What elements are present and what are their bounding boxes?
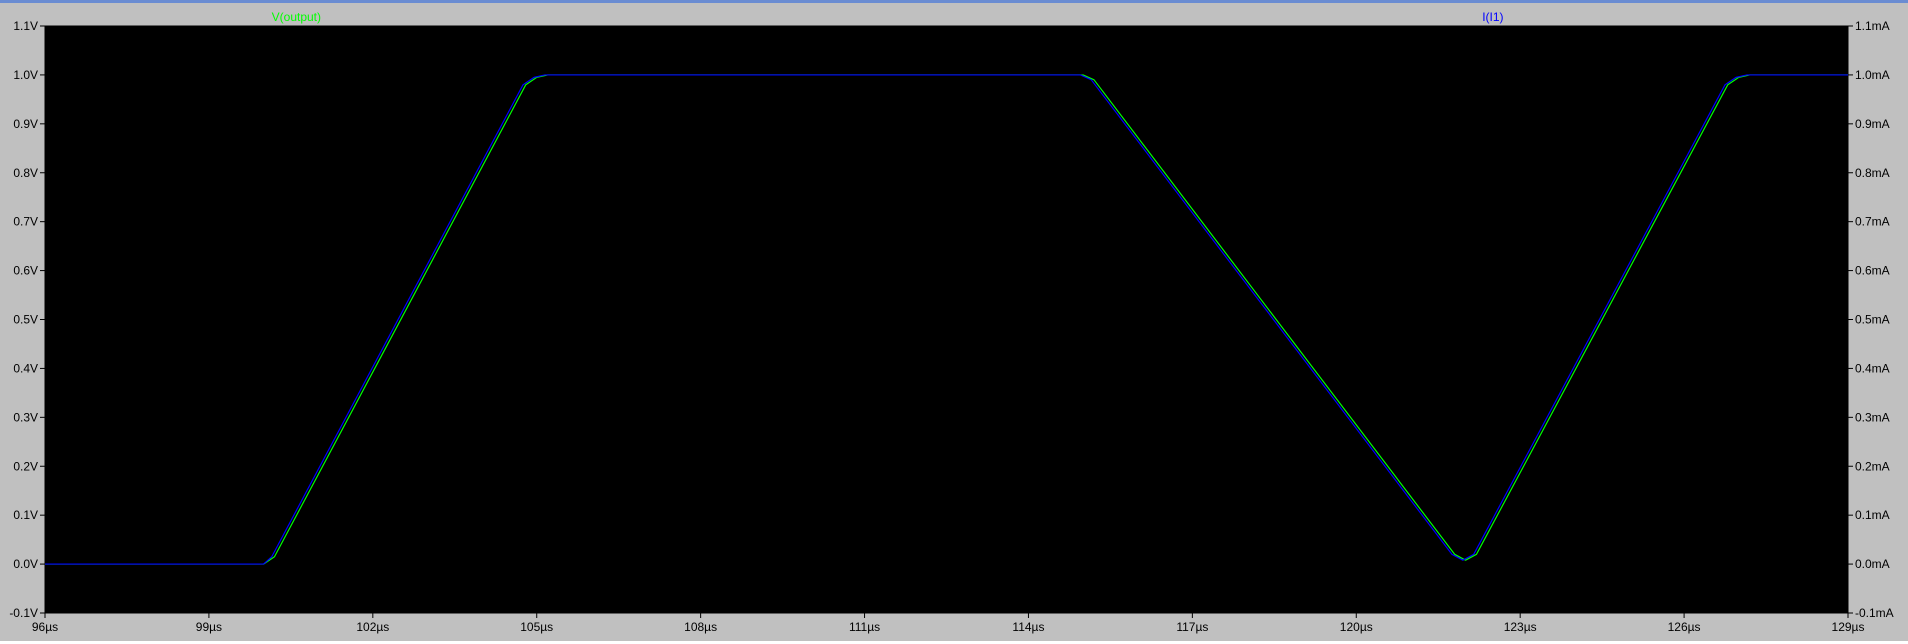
y-tick-label-right: -0.1mA [1855, 606, 1894, 620]
y-tick-label-right: 1.1mA [1855, 19, 1890, 33]
y-tick-label-right: 0.5mA [1855, 313, 1890, 327]
y-tick-label-right: 0.1mA [1855, 508, 1890, 522]
x-tick-label: 117µs [1176, 620, 1208, 634]
x-tick-label: 126µs [1668, 620, 1701, 634]
y-tick-label-left: 0.4V [13, 361, 38, 375]
y-tick-label-left: 0.5V [13, 313, 38, 327]
y-tick-label-left: 0.6V [13, 264, 38, 278]
trace-label-v-output: V(output) [272, 10, 321, 24]
y-tick-label-right: 0.0mA [1855, 557, 1890, 571]
x-tick-label: 108µs [684, 620, 717, 634]
plot-window: 96µs 99µs 102µs 105µs 108µs 111µs 114µs 117µs 12… [0, 0, 1908, 641]
y-tick-label-right: 0.4mA [1855, 361, 1890, 375]
trace-label-i-i1: I(I1) [1482, 10, 1503, 24]
x-tick-label: 111µs [849, 620, 880, 634]
y-tick-label-right: 0.7mA [1855, 215, 1890, 229]
y-tick-label-left: 0.7V [13, 215, 38, 229]
y-tick-label-left: -0.1V [9, 606, 38, 620]
y-tick-label-left: 0.3V [13, 410, 38, 424]
y-tick-label-left: 0.0V [13, 557, 38, 571]
x-tick-label: 129µs [1832, 620, 1865, 634]
x-tick-label: 102µs [356, 620, 389, 634]
y-tick-label-left: 0.2V [13, 459, 38, 473]
x-tick-label: 105µs [520, 620, 553, 634]
y-tick-label-right: 0.8mA [1855, 166, 1890, 180]
y-tick-label-left: 0.9V [13, 117, 38, 131]
y-tick-label-left: 1.1V [13, 19, 38, 33]
x-tick-label: 96µs [32, 620, 58, 634]
y-tick-label-right: 0.6mA [1855, 264, 1890, 278]
y-tick-label-right: 0.3mA [1855, 410, 1890, 424]
x-tick-label: 120µs [1340, 620, 1373, 634]
plot-area [44, 25, 1849, 614]
y-tick-label-right: 0.9mA [1855, 117, 1890, 131]
y-tick-label-left: 0.8V [13, 166, 38, 180]
y-tick-label-left: 0.1V [13, 508, 38, 522]
x-tick-label: 123µs [1504, 620, 1537, 634]
waveform-plot[interactable]: 96µs 99µs 102µs 105µs 108µs 111µs 114µs 117µs 12… [0, 3, 1908, 644]
x-tick-label: 99µs [196, 620, 222, 634]
y-tick-label-right: 0.2mA [1855, 459, 1890, 473]
y-tick-label-left: 1.0V [13, 68, 38, 82]
y-tick-label-right: 1.0mA [1855, 68, 1890, 82]
x-tick-label: 114µs [1012, 620, 1044, 634]
